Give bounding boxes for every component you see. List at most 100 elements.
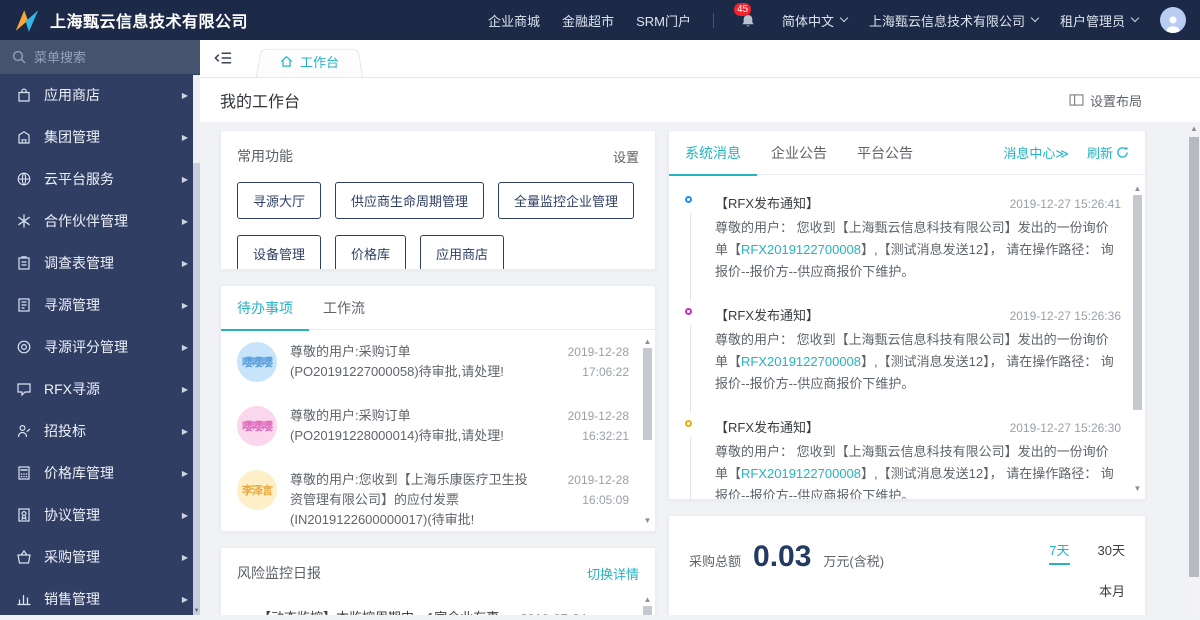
nav-srm-portal[interactable]: SRM门户	[636, 11, 691, 30]
purchase-total-card: 采购总额 0.03 万元(含税) 7天 30天 本月	[668, 515, 1146, 615]
scroll-up-icon[interactable]: ▲	[1188, 122, 1200, 136]
nav-finance-market[interactable]: 金融超市	[562, 11, 614, 30]
scroll-up-icon[interactable]: ▲	[644, 336, 652, 348]
refresh-icon	[1116, 146, 1129, 159]
rfx-number-link[interactable]: RFX2019122700008	[741, 354, 861, 369]
message-item[interactable]: 【RFX发布通知】 2019-12-27 15:26:41 尊敬的用户： 您收到…	[685, 183, 1121, 295]
sidebar-item-sales-management[interactable]: 销售管理 ▶	[0, 578, 200, 620]
todo-item[interactable]: 嘤嘤嘤 尊敬的用户:采购订单 (PO20191228000014)待审批,请处理…	[221, 394, 655, 458]
todo-scrollbar[interactable]: ▲ ▼	[642, 336, 653, 527]
scroll-down-icon[interactable]: ▼	[644, 515, 652, 527]
quick-button-price-library[interactable]: 价格库	[335, 235, 406, 270]
quick-button-full-monitoring[interactable]: 全量监控企业管理	[498, 182, 634, 219]
sidebar-item-price-library[interactable]: 价格库管理 ▶	[0, 452, 200, 494]
sidebar-item-label: 销售管理	[44, 589, 100, 609]
chevron-right-icon: ▶	[182, 385, 188, 394]
user-icon	[1163, 13, 1183, 33]
quick-button-equipment[interactable]: 设备管理	[237, 235, 321, 270]
quick-settings-link[interactable]: 设置	[613, 147, 639, 166]
company-logo-icon	[13, 8, 41, 33]
message-center-link[interactable]: 消息中心≫	[1003, 143, 1069, 162]
page-scrollbar[interactable]: ▲	[1188, 122, 1200, 615]
message-time: 2019-12-27 15:26:41	[1010, 197, 1121, 211]
filter-30-days[interactable]: 30天	[1098, 540, 1125, 565]
chevron-down-icon	[840, 14, 848, 22]
message-title: 【RFX发布通知】	[715, 417, 819, 436]
todo-timestamp: 2019-12-28 16:05:09	[551, 470, 629, 530]
rfx-number-link[interactable]: RFX2019122700008	[741, 242, 861, 257]
top-nav: 企业商城 金融超市 SRM门户 45 简体中文 上海甄云信息技术有限公司 租户管…	[488, 7, 1200, 33]
sidebar-item-label: 协议管理	[44, 505, 100, 525]
sidebar-item-app-store[interactable]: 应用商店 ▶	[0, 74, 200, 116]
messages-card: 系统消息 企业公告 平台公告 消息中心≫ 刷新	[668, 130, 1146, 500]
tab-platform-announcements[interactable]: 平台公告	[857, 131, 913, 175]
tab-workflow[interactable]: 工作流	[323, 286, 365, 330]
todo-card: 待办事项 工作流 嘤嘤嘤 尊敬的用户:采购订单 (PO2019122700005…	[220, 285, 656, 532]
sidebar-item-purchase-management[interactable]: 采购管理 ▶	[0, 536, 200, 578]
tab-workbench[interactable]: 工作台	[256, 46, 363, 77]
risk-report-card: 风险监控日报 切换详情 【动态监控】本监控周期内，1家企业有事件 2019-07…	[220, 547, 656, 615]
sidebar-scrollbar[interactable]	[193, 75, 200, 615]
role-dropdown[interactable]: 租户管理员	[1060, 11, 1138, 30]
scroll-up-icon[interactable]: ▲	[1134, 183, 1142, 195]
quick-button-sourcing-hall[interactable]: 寻源大厅	[237, 182, 321, 219]
sidebar-item-agreement-management[interactable]: 协议管理 ▶	[0, 494, 200, 536]
chevron-right-icon: ▶	[182, 343, 188, 352]
sidebar-item-group-management[interactable]: 集团管理 ▶	[0, 116, 200, 158]
notification-bell[interactable]: 45	[736, 8, 760, 32]
collapse-sidebar-button[interactable]	[214, 50, 233, 71]
toggle-detail-link[interactable]: 切换详情	[587, 564, 639, 583]
sidebar-item-partner-management[interactable]: 合作伙伴管理 ▶	[0, 200, 200, 242]
sidebar-scroll-down-icon[interactable]: ▼	[193, 608, 200, 614]
scroll-down-icon[interactable]: ▼	[1134, 483, 1142, 495]
todo-text: 尊敬的用户:采购订单 (PO20191228000014)待审批,请处理!	[290, 406, 538, 446]
message-item[interactable]: 【RFX发布通知】 2019-12-27 15:26:30 尊敬的用户： 您收到…	[685, 407, 1121, 500]
building-icon	[16, 129, 33, 146]
language-dropdown[interactable]: 简体中文	[782, 11, 847, 30]
sidebar-item-sourcing-management[interactable]: 寻源管理 ▶	[0, 284, 200, 326]
todo-item[interactable]: 李泽言 尊敬的用户:您收到【上海乐康医疗卫生投 资管理有限公司】的应付发票 (I…	[221, 458, 655, 532]
tenant-dropdown[interactable]: 上海甄云信息技术有限公司	[869, 11, 1038, 30]
search-input[interactable]	[34, 50, 174, 65]
avatar: 李泽言	[237, 470, 277, 510]
sidebar-item-sourcing-score[interactable]: 寻源评分管理 ▶	[0, 326, 200, 368]
quick-button-app-store[interactable]: 应用商店	[420, 235, 504, 270]
nav-enterprise-mall[interactable]: 企业商城	[488, 11, 540, 30]
filter-current-month[interactable]: 本月	[1099, 581, 1125, 600]
sidebar-item-label: 价格库管理	[44, 463, 114, 483]
chevron-right-icon: ▶	[182, 469, 188, 478]
rfx-number-link[interactable]: RFX2019122700008	[741, 466, 861, 481]
layout-settings-button[interactable]: 设置布局	[1069, 91, 1142, 110]
sidebar-item-cloud-platform[interactable]: 云平台服务 ▶	[0, 158, 200, 200]
risk-item[interactable]: 【动态监控】本监控周期内，1家企业有事件 2019-07-24 08:00:00	[221, 593, 655, 615]
todo-scrollbar-thumb[interactable]	[643, 348, 652, 440]
tab-todo-items[interactable]: 待办事项	[237, 286, 293, 330]
refresh-link[interactable]: 刷新	[1087, 143, 1129, 162]
quick-button-supplier-lifecycle[interactable]: 供应商生命周期管理	[335, 182, 484, 219]
messages-scrollbar-thumb[interactable]	[1133, 195, 1142, 410]
todo-item[interactable]: 嘤嘤嘤 尊敬的用户:采购订单 (PO20191227000058)待审批,请处理…	[221, 330, 655, 394]
risk-item-time: 2019-07-24 08:00:00	[520, 611, 639, 615]
scroll-up-icon[interactable]: ▲	[644, 594, 652, 606]
layout-icon	[1069, 94, 1084, 106]
left-column: 常用功能 设置 寻源大厅 供应商生命周期管理 全量监控企业管理 设备管理 价格库…	[220, 130, 656, 615]
risk-scrollbar-thumb[interactable]	[643, 606, 652, 615]
filter-7-days[interactable]: 7天	[1049, 540, 1069, 565]
risk-scrollbar[interactable]: ▲	[642, 594, 653, 615]
brand[interactable]: 上海甄云信息技术有限公司	[0, 8, 248, 33]
search-icon	[12, 50, 26, 64]
tab-system-messages[interactable]: 系统消息	[685, 131, 741, 175]
todo-text: 尊敬的用户:您收到【上海乐康医疗卫生投 资管理有限公司】的应付发票 (IN201…	[290, 470, 538, 530]
page-scrollbar-thumb[interactable]	[1189, 137, 1199, 577]
top-header: 上海甄云信息技术有限公司 企业商城 金融超市 SRM门户 45 简体中文 上海甄…	[0, 0, 1200, 40]
messages-scrollbar[interactable]: ▲ ▼	[1132, 183, 1143, 495]
sidebar-item-label: 采购管理	[44, 547, 100, 567]
sidebar-scrollbar-thumb[interactable]	[193, 75, 200, 163]
sidebar-item-bidding[interactable]: 招投标 ▶	[0, 410, 200, 452]
sidebar-item-rfx-sourcing[interactable]: RFX寻源 ▶	[0, 368, 200, 410]
sidebar-item-survey-management[interactable]: 调查表管理 ▶	[0, 242, 200, 284]
message-item[interactable]: 【RFX发布通知】 2019-12-27 15:26:36 尊敬的用户： 您收到…	[685, 295, 1121, 407]
tab-enterprise-announcements[interactable]: 企业公告	[771, 131, 827, 175]
avatar[interactable]	[1160, 7, 1186, 33]
person-edit-icon	[16, 423, 33, 440]
